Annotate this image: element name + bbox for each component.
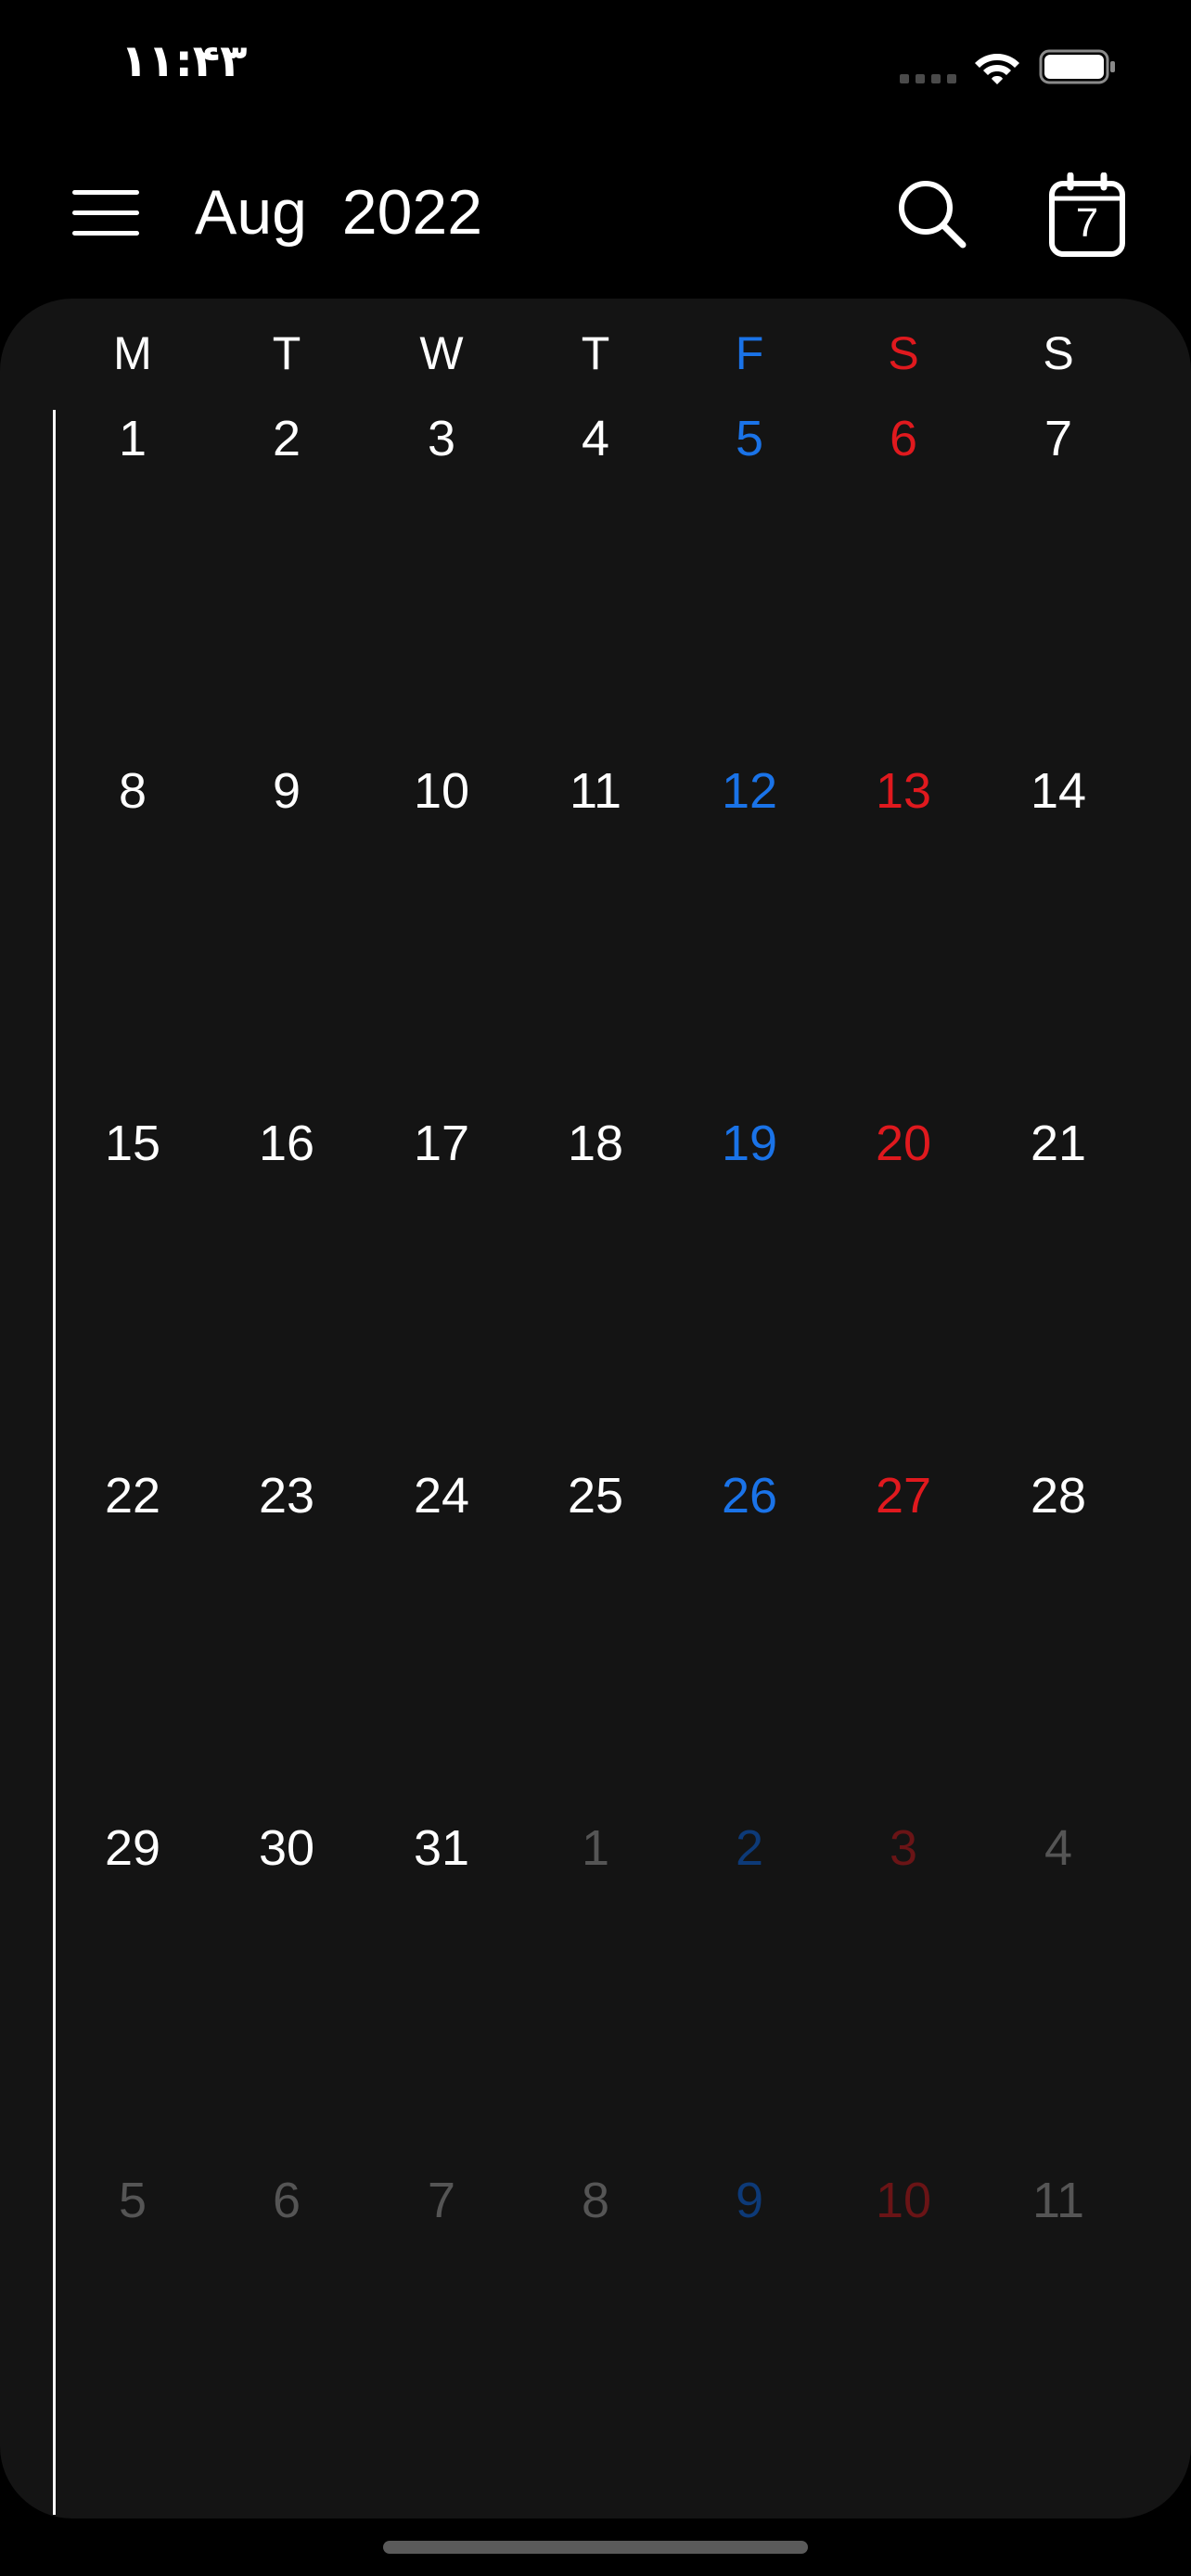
day-cell[interactable]: 3 <box>365 410 519 503</box>
weekday-header-row: M T W T F S S <box>0 326 1191 401</box>
day-cell[interactable]: 10 <box>826 2172 980 2264</box>
day-cell[interactable]: 6 <box>210 2172 364 2264</box>
day-cell[interactable]: 4 <box>981 1819 1135 1912</box>
day-cell[interactable]: 10 <box>365 762 519 855</box>
weekday-wed: W <box>419 327 464 379</box>
day-cell[interactable]: 14 <box>981 762 1135 855</box>
day-cell[interactable]: 28 <box>981 1467 1135 1560</box>
day-cell[interactable]: 27 <box>826 1467 980 1560</box>
day-cell[interactable]: 5 <box>672 410 826 503</box>
day-cell[interactable]: 21 <box>981 1115 1135 1207</box>
day-cell[interactable]: 26 <box>672 1467 826 1560</box>
weekday-fri: F <box>735 327 764 379</box>
app-header: Aug 2022 7 <box>0 139 1191 297</box>
day-cell[interactable]: 25 <box>519 1467 672 1560</box>
day-cell[interactable]: 31 <box>365 1819 519 1912</box>
day-cell[interactable]: 23 <box>210 1467 364 1560</box>
search-icon[interactable] <box>894 176 968 250</box>
day-cell[interactable]: 1 <box>519 1819 672 1912</box>
day-cell[interactable]: 22 <box>56 1467 210 1560</box>
weekday-mon: M <box>113 327 152 379</box>
day-cell[interactable]: 24 <box>365 1467 519 1560</box>
day-cell[interactable]: 3 <box>826 1819 980 1912</box>
home-indicator[interactable] <box>383 2541 808 2554</box>
month-calendar: M T W T F S S 1 2 3 4 5 6 7 8 9 10 11 12 13 14 15 16 17 1… <box>0 299 1191 2519</box>
day-cell[interactable]: 17 <box>365 1115 519 1207</box>
status-time: ۱۱:۴۳ <box>121 35 248 87</box>
weekday-sun: S <box>1043 327 1074 379</box>
day-cell[interactable]: 19 <box>672 1115 826 1207</box>
day-cell[interactable]: 2 <box>210 410 364 503</box>
day-cell[interactable]: 7 <box>365 2172 519 2264</box>
today-day-number: 7 <box>1075 200 1099 246</box>
day-cell[interactable]: 7 <box>981 410 1135 503</box>
day-cell[interactable]: 20 <box>826 1115 980 1207</box>
day-cell[interactable]: 1 <box>56 410 210 503</box>
day-cell[interactable]: 8 <box>56 762 210 855</box>
day-cell[interactable]: 11 <box>981 2172 1135 2264</box>
hamburger-menu-icon[interactable] <box>72 190 139 236</box>
day-cell[interactable]: 12 <box>672 762 826 855</box>
day-cell[interactable]: 29 <box>56 1819 210 1912</box>
day-cell[interactable]: 13 <box>826 762 980 855</box>
day-grid: 1 2 3 4 5 6 7 8 9 10 11 12 13 14 15 16 17 18 19 20 21 22 23 24 2… <box>0 410 1191 2519</box>
day-cell[interactable]: 4 <box>519 410 672 503</box>
day-cell[interactable]: 15 <box>56 1115 210 1207</box>
day-cell[interactable]: 9 <box>210 762 364 855</box>
weekday-tue: T <box>272 327 301 379</box>
month-year-title[interactable]: Aug 2022 <box>195 176 482 249</box>
today-button[interactable]: 7 <box>1048 172 1126 258</box>
day-cell[interactable]: 2 <box>672 1819 826 1912</box>
day-cell[interactable]: 9 <box>672 2172 826 2264</box>
weekday-sat: S <box>888 327 919 379</box>
day-cell[interactable]: 8 <box>519 2172 672 2264</box>
weekday-thu: T <box>581 327 610 379</box>
day-cell[interactable]: 5 <box>56 2172 210 2264</box>
day-cell[interactable]: 30 <box>210 1819 364 1912</box>
cellular-signal-icon <box>900 74 957 83</box>
status-bar: ۱۱:۴۳ <box>0 0 1191 139</box>
day-cell[interactable]: 11 <box>519 762 672 855</box>
day-cell[interactable]: 18 <box>519 1115 672 1207</box>
day-cell[interactable]: 16 <box>210 1115 364 1207</box>
battery-icon <box>1039 49 1115 84</box>
day-cell[interactable]: 6 <box>826 410 980 503</box>
wifi-icon <box>975 54 1019 84</box>
